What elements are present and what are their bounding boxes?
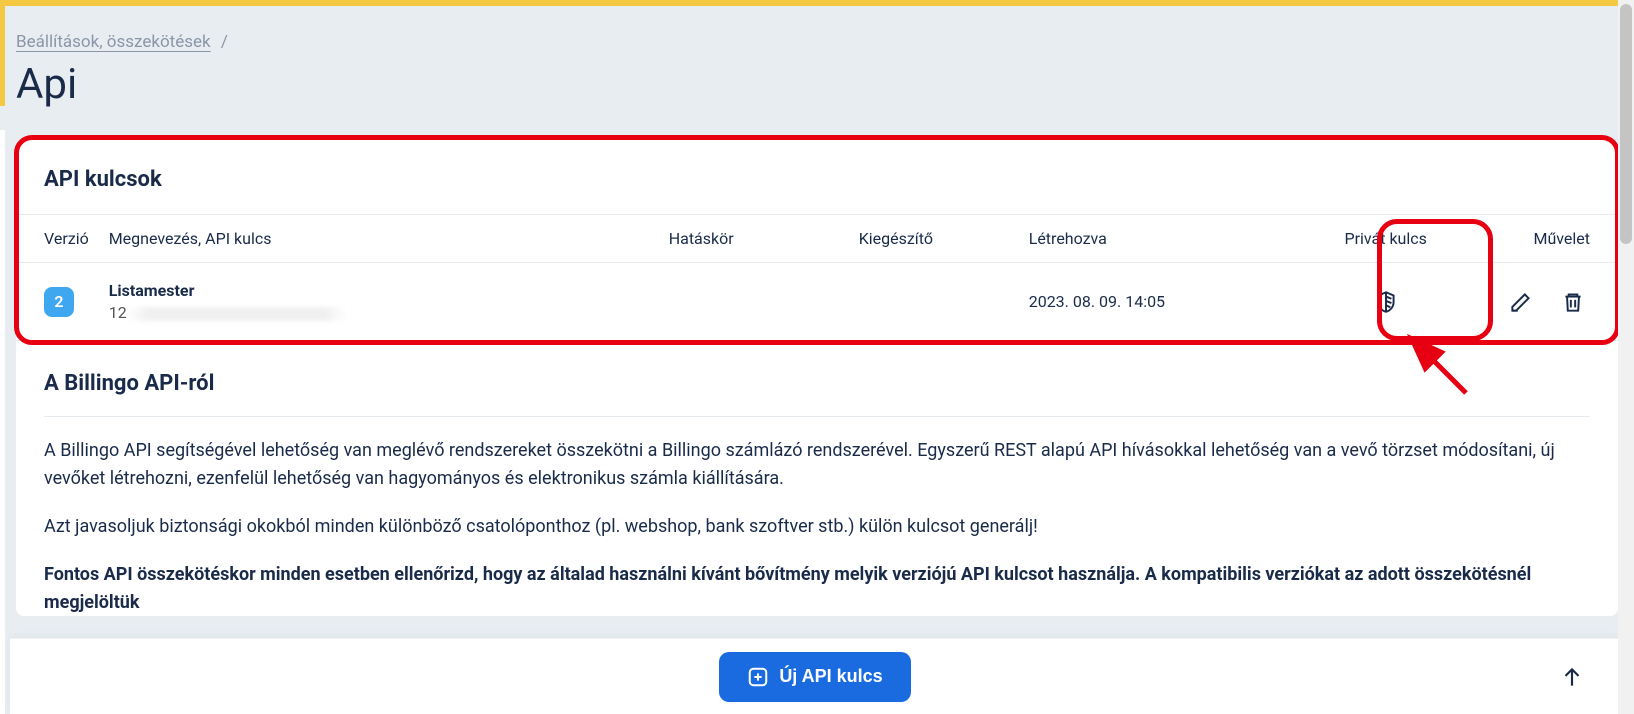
cell-created: 2023. 08. 09. 14:05 — [1019, 263, 1319, 341]
delete-button[interactable] — [1556, 285, 1590, 319]
key-masked — [127, 307, 347, 321]
cell-version: 2 — [16, 263, 99, 341]
trash-icon — [1560, 289, 1586, 315]
about-section: A Billingo API-ról A Billingo API segíts… — [16, 341, 1618, 616]
api-keys-card: API kulcsok Verzió Megnevezés, API kulcs… — [16, 139, 1618, 616]
about-p3: Fontos API összekötéskor minden esetben … — [44, 561, 1590, 617]
new-api-key-label: Új API kulcs — [779, 666, 882, 687]
table-row: 2 Listamester 12 2023. 08. 09. 14:05 — [16, 263, 1618, 341]
about-p1: A Billingo API segítségével lehetőség va… — [44, 437, 1590, 493]
col-scope: Hatáskör — [659, 215, 849, 263]
col-addon: Kiegészítő — [849, 215, 1019, 263]
cell-action — [1453, 263, 1618, 341]
cell-private — [1319, 263, 1453, 341]
about-p2: Azt javasoljuk biztonsági okokból minden… — [44, 513, 1590, 541]
col-action: Művelet — [1453, 215, 1618, 263]
key-name-label: Listamester — [109, 281, 649, 300]
breadcrumb-separator: / — [221, 32, 228, 52]
private-key-button[interactable] — [1369, 285, 1403, 319]
shield-icon — [1373, 289, 1399, 315]
scrollbar-thumb[interactable] — [1620, 4, 1632, 244]
cell-addon — [849, 263, 1019, 341]
cell-scope — [659, 263, 849, 341]
bottom-action-bar: Új API kulcs — [10, 638, 1620, 714]
scroll-to-top-button[interactable] — [1554, 659, 1590, 695]
left-accent — [0, 6, 5, 106]
col-version: Verzió — [16, 215, 99, 263]
scrollbar-track[interactable] — [1618, 0, 1634, 714]
about-heading: A Billingo API-ról — [44, 371, 1590, 417]
plus-square-icon — [747, 666, 769, 688]
new-api-key-button[interactable]: Új API kulcs — [719, 652, 910, 702]
breadcrumb-link-settings[interactable]: Beállítások, összekötések — [16, 32, 211, 52]
col-created: Létrehozva — [1019, 215, 1319, 263]
col-private: Privát kulcs — [1319, 215, 1453, 263]
left-edge-white — [0, 130, 5, 714]
table-header-row: Verzió Megnevezés, API kulcs Hatáskör Ki… — [16, 215, 1618, 263]
page-title: Api — [16, 60, 1618, 109]
version-badge: 2 — [44, 287, 74, 317]
cell-name: Listamester 12 — [99, 263, 659, 341]
edit-button[interactable] — [1504, 285, 1538, 319]
api-keys-heading: API kulcsok — [16, 167, 1618, 214]
key-value-label: 12 — [109, 303, 347, 322]
col-name: Megnevezés, API kulcs — [99, 215, 659, 263]
about-text: A Billingo API segítségével lehetőség va… — [44, 437, 1590, 616]
key-prefix: 12 — [109, 303, 127, 322]
pencil-icon — [1508, 289, 1534, 315]
breadcrumb: Beállítások, összekötések / — [16, 32, 1618, 52]
page-container: Beállítások, összekötések / Api API kulc… — [0, 6, 1634, 616]
arrow-up-icon — [1559, 664, 1585, 690]
api-keys-table: Verzió Megnevezés, API kulcs Hatáskör Ki… — [16, 214, 1618, 341]
